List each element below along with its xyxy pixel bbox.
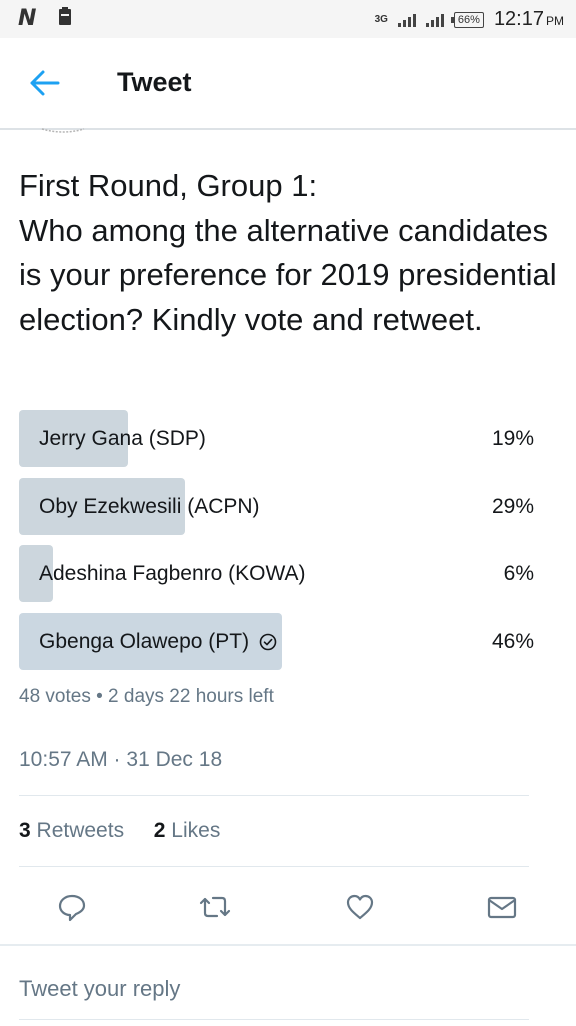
reply-underline — [19, 1019, 529, 1020]
poll-option: Oby Ezekwesili (ACPN) 29% — [19, 477, 544, 535]
arrow-left-icon — [30, 70, 60, 96]
poll-option-label-wrap: Adeshina Fagbenro (KOWA) — [39, 562, 306, 586]
likes-link[interactable]: 2 Likes — [154, 819, 221, 842]
poll-option-percent: 6% — [503, 562, 534, 585]
poll-option-percent: 29% — [491, 494, 534, 518]
poll-option-label-wrap: Oby Ezekwesili (ACPN) — [39, 495, 260, 519]
poll-option-percent: 46% — [491, 629, 534, 653]
poll-option-label: Gbenga Olawepo (PT) — [39, 629, 250, 653]
tweet-text: First Round, Group 1: Who among the alte… — [19, 168, 557, 337]
poll-option-label: Adeshina Fagbenro (KOWA) — [39, 562, 306, 585]
poll-meta: 48 votes • 2 days 22 hours left — [19, 686, 274, 707]
poll: Jerry Gana (SDP) 19% Oby Ezekwesili (ACPN)… — [19, 410, 544, 680]
tweet-header: Tweet — [0, 38, 576, 130]
poll-option: Gbenga Olawepo (PT) 46% — [19, 612, 544, 670]
divider — [19, 866, 529, 867]
like-icon[interactable] — [344, 891, 376, 923]
scrolled-content-fragment — [41, 128, 85, 133]
retweet-icon[interactable] — [197, 891, 231, 923]
retweets-link[interactable]: 3 Retweets — [19, 819, 124, 842]
status-bar: N 3G 66% 12:17 PM — [0, 0, 576, 38]
back-button[interactable] — [28, 68, 64, 98]
reply-composer: Tweet your reply — [0, 944, 576, 1026]
poll-option: Adeshina Fagbenro (KOWA) 6% — [19, 545, 544, 602]
poll-option-label-wrap: Gbenga Olawepo (PT) — [39, 630, 277, 654]
tweet-timestamp: 10:57 AM · 31 Dec 18 — [19, 748, 223, 771]
clock: 12:17 PM — [493, 8, 564, 30]
engagement-stats: 3 Retweets 2 Likes — [19, 819, 220, 843]
battery-indicator: 66% — [450, 11, 484, 28]
poll-option-percent: 19% — [491, 427, 534, 450]
poll-option-label: Oby Ezekwesili (ACPN) — [39, 494, 260, 518]
reply-input[interactable]: Tweet your reply — [19, 976, 180, 1002]
signal-icon — [397, 13, 416, 27]
divider — [19, 795, 529, 796]
share-icon[interactable] — [486, 891, 518, 923]
news-app-icon: N — [18, 6, 37, 31]
winner-check-icon — [259, 633, 277, 650]
notification-icon — [58, 6, 72, 31]
poll-option-label-wrap: Jerry Gana (SDP) — [39, 427, 206, 451]
signal-icon-2 — [425, 13, 444, 27]
tweet-actions — [0, 885, 576, 931]
poll-option-label: Jerry Gana (SDP) — [39, 427, 206, 450]
reply-icon[interactable] — [56, 891, 88, 923]
network-type: 3G — [374, 14, 388, 25]
poll-option: Jerry Gana (SDP) 19% — [19, 410, 544, 467]
page-title: Tweet — [117, 67, 192, 97]
